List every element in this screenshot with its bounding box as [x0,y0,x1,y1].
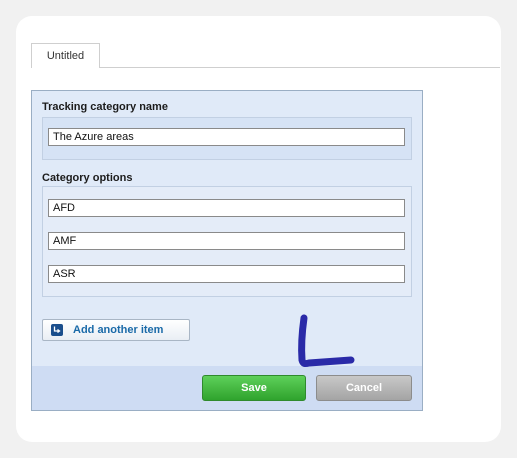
category-name-input[interactable] [48,128,405,146]
option-input-3[interactable] [48,265,405,283]
category-name-label: Tracking category name [42,101,168,113]
save-button-label: Save [241,382,267,394]
hand-drawn-annotation [298,314,355,368]
save-button[interactable]: Save [202,375,306,401]
add-another-item-label: Add another item [73,324,164,336]
category-name-group [42,117,412,160]
option-input-2[interactable] [48,232,405,250]
add-another-item-button[interactable]: Add another item [42,319,190,341]
tab-label: Untitled [46,50,85,62]
cancel-button-label: Cancel [345,382,383,394]
tab-divider [31,67,500,68]
tab-untitled[interactable]: Untitled [31,43,100,68]
cancel-button[interactable]: Cancel [316,375,412,401]
category-options-label: Category options [42,172,133,184]
form-footer: Save Cancel [32,366,422,410]
category-options-group [42,186,412,297]
add-item-arrow-icon [51,324,63,336]
tracking-category-panel: Tracking category name Category options … [31,90,423,411]
option-input-1[interactable] [48,199,405,217]
